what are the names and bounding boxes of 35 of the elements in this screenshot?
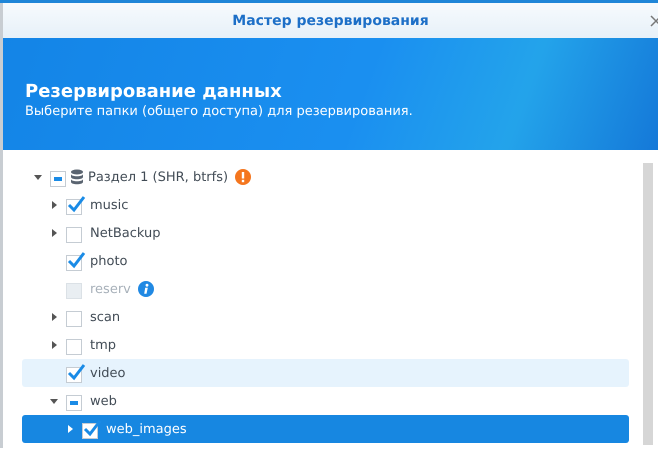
tree-row[interactable]: Раздел 1 (SHR, btrfs) (22, 163, 629, 191)
tree-row[interactable]: tmp (22, 331, 629, 359)
scrollbar[interactable] (643, 163, 653, 445)
tree-row[interactable]: NetBackup (22, 219, 629, 247)
header-subtitle: Выберите папки (общего доступа) для резервирования. (25, 104, 414, 119)
tree-label: web (90, 394, 117, 408)
caret-down-icon[interactable] (50, 397, 58, 405)
database-icon (70, 169, 84, 185)
caret-right-icon[interactable] (50, 341, 58, 349)
tree-label: tmp (90, 338, 116, 352)
tree-row[interactable]: scan (22, 303, 629, 331)
tree-row[interactable]: music (22, 191, 629, 219)
header-title: Резервирование данных (25, 81, 283, 102)
tree-row[interactable]: video (22, 359, 629, 387)
tree-label: NetBackup (90, 226, 160, 240)
tree-row[interactable]: photo (22, 247, 629, 275)
checkbox[interactable] (66, 251, 86, 271)
caret-right-icon[interactable] (50, 229, 58, 237)
caret-right-icon[interactable] (50, 313, 58, 321)
checkbox[interactable] (66, 195, 86, 215)
caret-down-icon[interactable] (34, 173, 42, 181)
checkbox[interactable] (66, 363, 86, 383)
tree-label: photo (90, 254, 128, 268)
warning-icon (235, 169, 252, 185)
tree-row[interactable]: web_images (22, 415, 629, 443)
tree-label: reserv (90, 282, 131, 296)
caret-right-icon[interactable] (50, 201, 58, 209)
tree-label: music (90, 198, 128, 212)
tree-row[interactable]: web (22, 387, 629, 415)
tree-label: Раздел 1 (SHR, btrfs) (88, 170, 228, 184)
tree-label: web_images (106, 422, 187, 436)
tree-label: scan (90, 310, 120, 324)
caret-right-icon[interactable] (66, 425, 74, 433)
tree-label: video (90, 366, 126, 380)
window-title: Мастер резервирования (232, 12, 429, 28)
